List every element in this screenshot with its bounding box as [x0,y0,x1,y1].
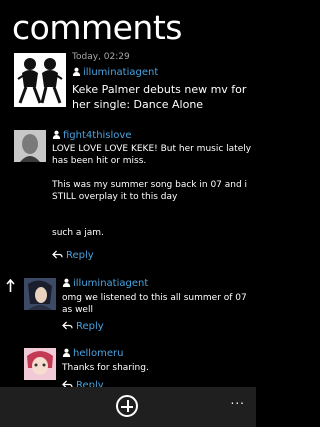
comment-line: LOVE LOVE LOVE KEKE! But her music latel… [52,144,252,154]
app-bar: ... [0,387,256,427]
more-button[interactable]: ... [231,393,245,407]
page-title: comments [12,8,182,47]
reply-label: Reply [76,321,104,332]
reply-label: Reply [66,250,94,261]
avatar-image [24,278,56,310]
comment-author: fight4thislove [63,130,132,141]
comment-line: This was my summer song back in 07 and i [52,180,248,190]
reply-button[interactable]: Reply [62,321,104,332]
comment-author-link[interactable]: hellomeru [62,348,124,359]
reply-button[interactable]: Reply [52,250,94,261]
user-icon [72,67,81,76]
post-headline: Keke Palmer debuts new mv for her single… [72,83,247,111]
comment-line: as well [62,305,93,315]
arrow-up-icon [6,279,15,292]
user-icon [62,278,71,287]
comment-text: omg we listened to this all summer of 07… [62,292,252,316]
comment-line: such a jam. [52,228,104,238]
comment-line: Thanks for sharing. [62,363,149,373]
dancers-image [14,53,66,107]
comment-author-link[interactable]: illuminatiagent [62,278,148,289]
comment-text: LOVE LOVE LOVE KEKE! But her music latel… [52,143,252,239]
comment-text: Thanks for sharing. [62,362,252,374]
post-author-link[interactable]: illuminatiagent [72,67,158,78]
comment-author-link[interactable]: fight4thislove [52,130,131,141]
comment-line: has been hit or miss. [52,156,147,166]
avatar-image [24,348,56,380]
comment-author: hellomeru [73,348,124,359]
reply-icon [62,321,73,330]
post-thumbnail[interactable] [14,53,66,107]
avatar-image [14,130,46,162]
user-icon [52,130,61,139]
user-icon [62,348,71,357]
reply-icon [52,250,63,259]
add-icon[interactable] [116,395,138,417]
avatar[interactable] [24,348,56,380]
comment-line: STILL overplay it to this day [52,192,178,202]
avatar[interactable] [14,130,46,162]
avatar[interactable] [24,278,56,310]
comment-author: illuminatiagent [73,278,149,289]
post-timestamp: Today, 02:29 [72,52,130,62]
comment-line: omg we listened to this all summer of 07 [62,293,247,303]
post-author: illuminatiagent [83,67,159,78]
